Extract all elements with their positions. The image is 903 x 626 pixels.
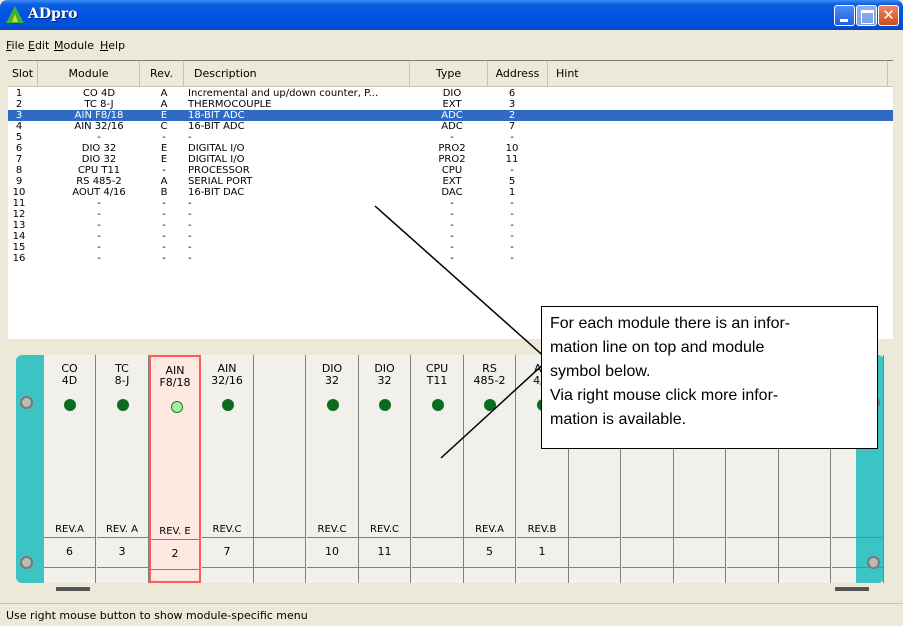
- status-bar: Use right mouse button to show module-sp…: [0, 603, 903, 626]
- callout-line-bottom: [440, 359, 549, 459]
- app-window: ADpro ✕ File Edit Module Help Slot Modul…: [0, 0, 903, 626]
- callout-line-top: [374, 205, 549, 361]
- status-text: Use right mouse button to show module-sp…: [6, 609, 308, 622]
- annotation-callout: For each module there is an infor- matio…: [541, 306, 878, 449]
